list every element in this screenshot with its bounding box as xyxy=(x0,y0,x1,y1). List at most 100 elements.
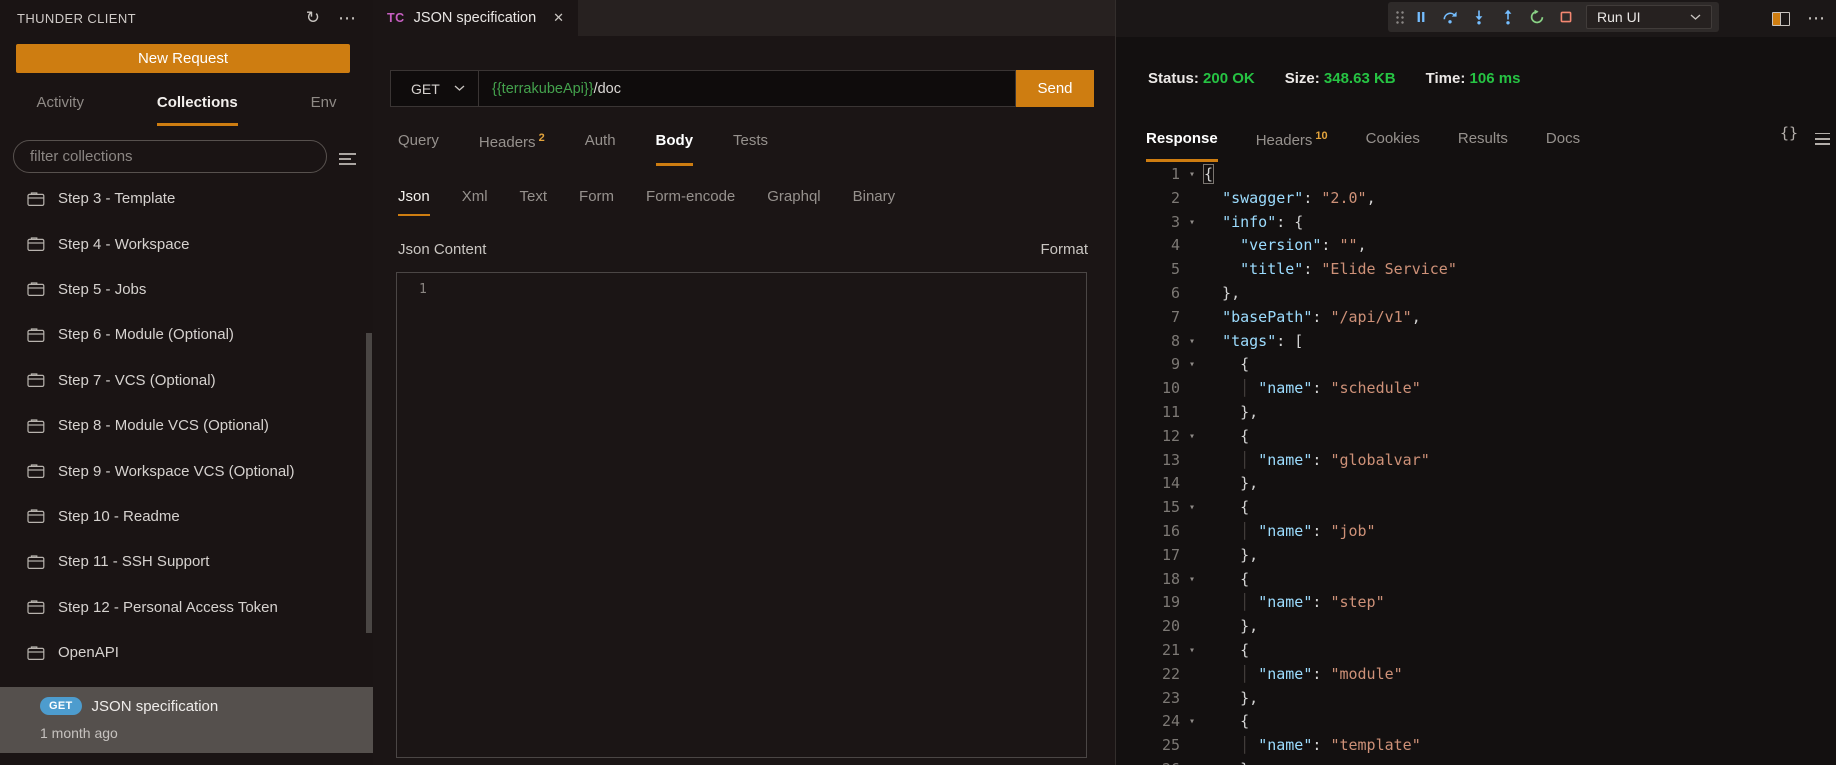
response-tab-cookies[interactable]: Cookies xyxy=(1366,130,1420,162)
sidebar-tab-activity[interactable]: Activity xyxy=(36,94,84,126)
raw-json-icon[interactable]: {} xyxy=(1780,124,1798,142)
toolbar-grip-handle[interactable] xyxy=(1395,9,1405,26)
line-number: 10 xyxy=(1116,377,1180,401)
fold-spacer xyxy=(1180,758,1204,765)
sidebar-title: THUNDER CLIENT xyxy=(17,11,136,26)
response-menu-icon[interactable] xyxy=(1815,129,1830,149)
response-tab-results[interactable]: Results xyxy=(1458,130,1508,162)
refresh-icon[interactable]: ↻ xyxy=(306,8,320,28)
step-out-icon[interactable] xyxy=(1494,4,1521,30)
url-input[interactable]: {{terrakubeApi}}/doc xyxy=(479,71,1015,106)
tab-label: Cookies xyxy=(1366,130,1420,147)
collections-menu-icon[interactable] xyxy=(339,150,357,168)
collection-item-label: Step 4 - Workspace xyxy=(58,236,189,253)
sidebar-scrollbar[interactable] xyxy=(366,333,372,633)
folder-icon xyxy=(27,599,45,615)
body-tab-graphql[interactable]: Graphql xyxy=(767,188,820,216)
response-code[interactable]: 1▾{2 "swagger": "2.0",3▾ "info": {4 "ver… xyxy=(1116,163,1836,765)
fold-icon[interactable]: ▾ xyxy=(1180,568,1204,592)
more-actions-icon[interactable]: ⋯ xyxy=(338,8,357,29)
collection-item-step-7-vcs-optional[interactable]: Step 7 - VCS (Optional) xyxy=(0,358,373,403)
close-icon[interactable]: ✕ xyxy=(553,11,564,26)
body-tab-form-encode[interactable]: Form-encode xyxy=(646,188,735,216)
folder-icon xyxy=(27,554,45,570)
stop-icon[interactable] xyxy=(1552,4,1579,30)
fold-icon[interactable]: ▾ xyxy=(1180,639,1204,663)
request-tab-query[interactable]: Query xyxy=(398,132,439,166)
step-over-icon[interactable] xyxy=(1436,4,1463,30)
collection-item-step-12-personal-access-token[interactable]: Step 12 - Personal Access Token xyxy=(0,585,373,630)
format-button[interactable]: Format xyxy=(1040,241,1088,258)
collection-item-step-3-template[interactable]: Step 3 - Template xyxy=(0,176,373,221)
response-tab-docs[interactable]: Docs xyxy=(1546,130,1580,162)
collection-item-step-6-module-optional[interactable]: Step 6 - Module (Optional) xyxy=(0,312,373,357)
fold-icon[interactable]: ▾ xyxy=(1180,496,1204,520)
fold-icon[interactable]: ▾ xyxy=(1180,211,1204,235)
editor-tab-strip: TC JSON specification ✕ xyxy=(373,0,1115,36)
tab-label: Env xyxy=(311,94,337,111)
body-tab-binary[interactable]: Binary xyxy=(853,188,896,216)
body-tab-xml[interactable]: Xml xyxy=(462,188,488,216)
restart-icon[interactable] xyxy=(1523,4,1550,30)
new-request-button[interactable]: New Request xyxy=(16,44,350,73)
request-tab-headers[interactable]: Headers2 xyxy=(479,132,545,166)
collection-item-step-10-readme[interactable]: Step 10 - Readme xyxy=(0,494,373,539)
collection-item-openapi[interactable]: OpenAPI xyxy=(0,630,373,675)
response-tab-headers[interactable]: Headers10 xyxy=(1256,130,1328,162)
fold-icon[interactable]: ▾ xyxy=(1180,353,1204,377)
request-tab-tests[interactable]: Tests xyxy=(733,132,768,166)
fold-icon[interactable]: ▾ xyxy=(1180,163,1204,187)
split-editor-icon[interactable] xyxy=(1772,12,1790,26)
fold-spacer xyxy=(1180,401,1204,425)
tab-count-badge: 2 xyxy=(539,132,545,144)
selected-request-row[interactable]: GET JSON specification 1 month ago xyxy=(0,687,373,753)
fold-spacer xyxy=(1180,258,1204,282)
response-tab-response[interactable]: Response xyxy=(1146,130,1218,162)
response-panel: Status: 200 OK Size: 348.63 KB Time: 106… xyxy=(1116,0,1836,765)
fold-icon[interactable]: ▾ xyxy=(1180,330,1204,354)
tab-label: Tests xyxy=(733,132,768,149)
line-number: 4 xyxy=(1116,234,1180,258)
collection-item-step-9-workspace-vcs-optional[interactable]: Step 9 - Workspace VCS (Optional) xyxy=(0,448,373,493)
window-more-actions-icon[interactable]: ⋯ xyxy=(1807,8,1826,29)
tab-label: Form xyxy=(579,188,614,205)
sidebar-tab-env[interactable]: Env xyxy=(311,94,337,126)
method-select[interactable]: GET xyxy=(391,71,479,106)
body-tab-form[interactable]: Form xyxy=(579,188,614,216)
code-text: "version": "", xyxy=(1204,234,1836,258)
code-line-25: 25 │ "name": "template" xyxy=(1116,734,1836,758)
step-into-icon[interactable] xyxy=(1465,4,1492,30)
code-line-20: 20 }, xyxy=(1116,615,1836,639)
code-text: { xyxy=(1204,568,1836,592)
sidebar-header: THUNDER CLIENT ↻ ⋯ xyxy=(0,0,373,36)
collection-item-step-11-ssh-support[interactable]: Step 11 - SSH Support xyxy=(0,539,373,584)
filter-collections-input[interactable] xyxy=(13,140,327,173)
send-button[interactable]: Send xyxy=(1016,70,1094,107)
body-tab-json[interactable]: Json xyxy=(398,188,430,216)
editor-tab-json-specification[interactable]: TC JSON specification ✕ xyxy=(373,0,578,36)
window-action-icons: ⋯ xyxy=(1772,8,1826,29)
json-body-editor[interactable]: 1 xyxy=(396,272,1087,758)
body-tab-text[interactable]: Text xyxy=(520,188,548,216)
code-text: }, xyxy=(1204,544,1836,568)
collection-item-step-4-workspace[interactable]: Step 4 - Workspace xyxy=(0,221,373,266)
fold-icon[interactable]: ▾ xyxy=(1180,425,1204,449)
folder-icon xyxy=(27,645,45,661)
collection-item-step-8-module-vcs-optional[interactable]: Step 8 - Module VCS (Optional) xyxy=(0,403,373,448)
code-line-5: 5 "title": "Elide Service" xyxy=(1116,258,1836,282)
request-tab-body[interactable]: Body xyxy=(656,132,694,166)
tab-label: Query xyxy=(398,132,439,149)
fold-spacer xyxy=(1180,472,1204,496)
collection-item-step-5-jobs[interactable]: Step 5 - Jobs xyxy=(0,267,373,312)
launch-config-select[interactable]: Run UI xyxy=(1586,5,1712,29)
pause-icon[interactable] xyxy=(1407,4,1434,30)
fold-spacer xyxy=(1180,615,1204,639)
sidebar-tab-collections[interactable]: Collections xyxy=(157,94,238,126)
tab-count-badge: 10 xyxy=(1315,130,1327,142)
fold-icon[interactable]: ▾ xyxy=(1180,710,1204,734)
folder-icon xyxy=(27,372,45,388)
thunder-client-tab-icon: TC xyxy=(387,11,405,25)
folder-icon xyxy=(27,508,45,524)
tab-label: Auth xyxy=(585,132,616,149)
request-tab-auth[interactable]: Auth xyxy=(585,132,616,166)
